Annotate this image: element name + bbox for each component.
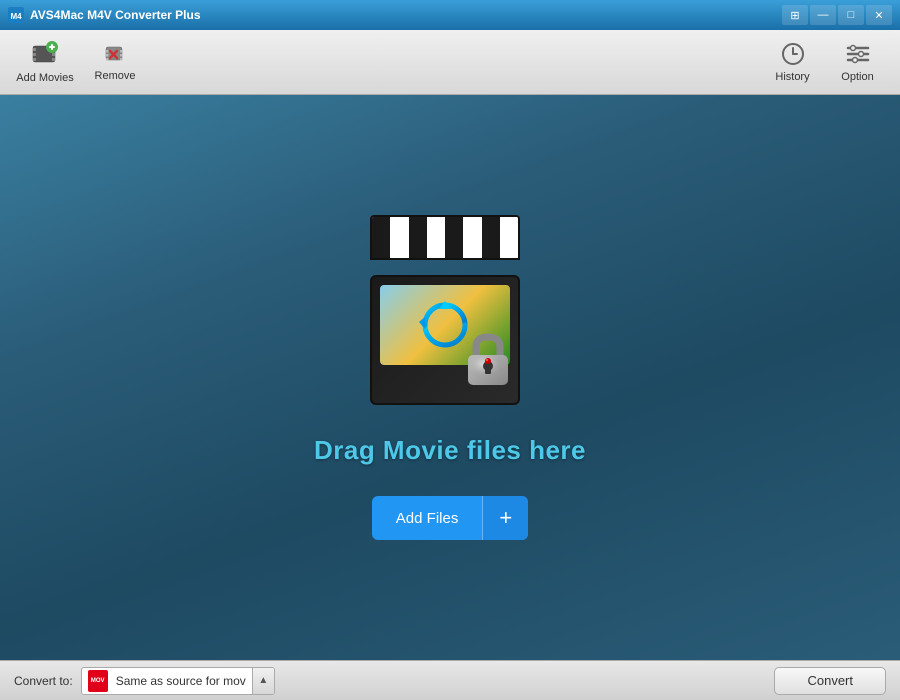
stripe-3 bbox=[409, 217, 427, 258]
history-button[interactable]: History bbox=[760, 33, 825, 91]
app-icon: M4 bbox=[8, 7, 24, 23]
clapper-top bbox=[370, 215, 520, 260]
title-controls: ⊞ — □ ✕ bbox=[782, 5, 892, 25]
title-left: M4 AVS4Mac M4V Converter Plus bbox=[8, 7, 201, 23]
stripe-8 bbox=[500, 217, 518, 258]
main-content: Drag Movie files here Add Files + bbox=[0, 95, 900, 660]
maximize-button[interactable]: □ bbox=[838, 5, 864, 25]
lock-icon bbox=[463, 333, 513, 388]
convert-to-section: Convert to: MOV Same as source for mov ▲ bbox=[14, 667, 275, 695]
stripe-7 bbox=[482, 217, 500, 258]
remove-button[interactable]: Remove bbox=[80, 33, 150, 91]
format-selector[interactable]: MOV Same as source for mov ▲ bbox=[81, 667, 275, 695]
history-label: History bbox=[775, 71, 809, 83]
format-icon-inner: MOV bbox=[88, 670, 108, 692]
add-movies-button[interactable]: Add Movies bbox=[10, 33, 80, 91]
format-icon: MOV bbox=[86, 669, 110, 693]
toolbar-left-group: Add Movies Remove bbox=[10, 33, 760, 91]
add-files-plus-icon: + bbox=[483, 496, 528, 540]
convert-to-label: Convert to: bbox=[14, 674, 73, 688]
history-icon bbox=[780, 41, 806, 67]
close-button[interactable]: ✕ bbox=[866, 5, 892, 25]
add-movies-label: Add Movies bbox=[16, 72, 73, 84]
option-label: Option bbox=[841, 71, 873, 83]
stripe-6 bbox=[463, 217, 481, 258]
remove-icon bbox=[103, 42, 127, 66]
toolbar-right-group: History Option bbox=[760, 33, 890, 91]
convert-button[interactable]: Convert bbox=[774, 667, 886, 695]
clapperboard-illustration bbox=[360, 215, 540, 405]
option-button[interactable]: Option bbox=[825, 33, 890, 91]
svg-text:M4: M4 bbox=[10, 12, 22, 21]
sys-menu-button[interactable]: ⊞ bbox=[782, 5, 808, 25]
drag-drop-text: Drag Movie files here bbox=[314, 435, 586, 466]
title-bar: M4 AVS4Mac M4V Converter Plus ⊞ — □ ✕ bbox=[0, 0, 900, 30]
app-title: AVS4Mac M4V Converter Plus bbox=[30, 8, 201, 22]
stripe-2 bbox=[390, 217, 408, 258]
stripe-1 bbox=[372, 217, 390, 258]
remove-label: Remove bbox=[95, 70, 136, 82]
add-movies-icon bbox=[31, 40, 59, 68]
bottom-bar: Convert to: MOV Same as source for mov ▲… bbox=[0, 660, 900, 700]
format-text: Same as source for mov bbox=[114, 674, 252, 688]
minimize-button[interactable]: — bbox=[810, 5, 836, 25]
option-icon bbox=[845, 41, 871, 67]
clapper-stripes bbox=[372, 217, 518, 258]
stripe-4 bbox=[427, 217, 445, 258]
add-files-button[interactable]: Add Files + bbox=[372, 496, 528, 540]
clapper-body bbox=[370, 275, 520, 405]
toolbar: Add Movies Remove bbox=[0, 30, 900, 95]
add-files-label: Add Files bbox=[372, 496, 484, 540]
stripe-5 bbox=[445, 217, 463, 258]
format-dropdown-arrow-icon[interactable]: ▲ bbox=[252, 668, 274, 694]
